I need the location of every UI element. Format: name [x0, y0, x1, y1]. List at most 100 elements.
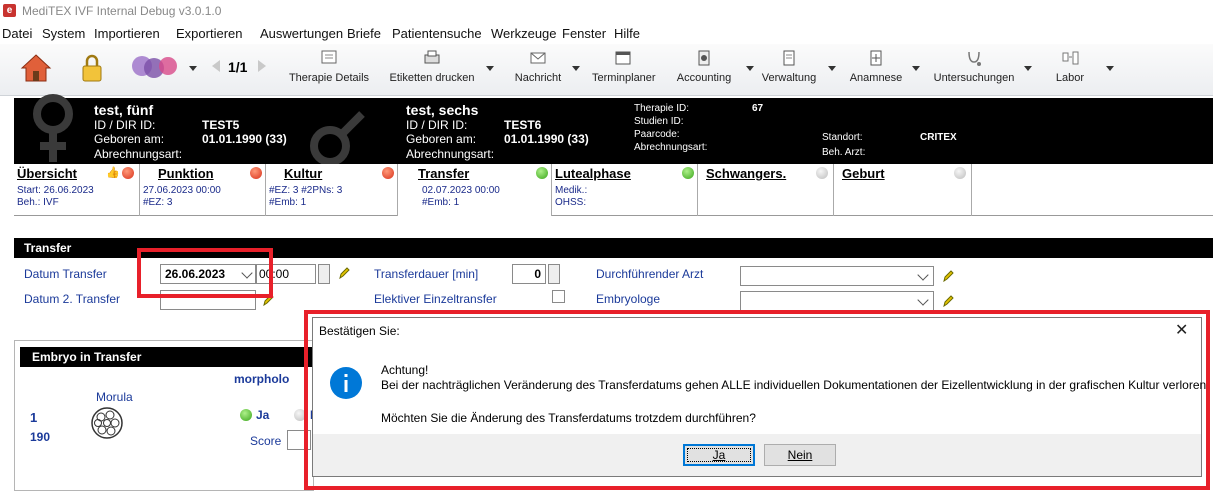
- menu-patientensuche[interactable]: Patientensuche: [392, 26, 482, 41]
- yes-label: Ja: [256, 408, 270, 422]
- pencil-icon[interactable]: [942, 270, 954, 282]
- message-icon: [530, 52, 546, 64]
- home-icon[interactable]: [20, 52, 52, 84]
- accounting-dropdown-arrow[interactable]: [746, 66, 754, 71]
- lab-dropdown-arrow[interactable]: [1106, 66, 1114, 71]
- transfer-date-label: Datum Transfer: [24, 267, 107, 281]
- menu-fenster[interactable]: Fenster: [562, 26, 606, 41]
- anamnesis-label: Anamnese: [849, 72, 903, 84]
- administration-label: Verwaltung: [761, 72, 817, 84]
- tab-geburt[interactable]: Geburt: [834, 164, 972, 216]
- menu-werkzeuge[interactable]: Werkzeuge: [491, 26, 557, 41]
- print-labels-label: Etiketten drucken: [389, 72, 475, 84]
- status-red-icon: [250, 167, 262, 179]
- elective-transfer-checkbox[interactable]: [552, 290, 565, 303]
- scheduler-icon: [615, 51, 631, 65]
- male-born-label: Geboren am:: [406, 132, 477, 146]
- examinations-dropdown-arrow[interactable]: [1024, 66, 1032, 71]
- lock-icon[interactable]: [78, 52, 106, 84]
- yes-radio-icon[interactable]: [240, 409, 252, 421]
- chevron-down-icon[interactable]: [917, 294, 929, 306]
- status-green-icon: [682, 167, 694, 179]
- tab-punktion-title: Punktion: [158, 166, 214, 181]
- pencil-icon[interactable]: [942, 295, 954, 307]
- lab-label: Labor: [1055, 72, 1085, 84]
- female-patient-name[interactable]: test, fünf: [94, 102, 153, 118]
- next-arrow-icon[interactable]: [256, 58, 268, 74]
- elective-transfer-label: Elektiver Einzeltransfer: [374, 292, 497, 306]
- score-label: Score: [250, 434, 282, 448]
- scheduler-button[interactable]: Terminplaner: [592, 48, 656, 92]
- anamnesis-dropdown-arrow[interactable]: [912, 66, 920, 71]
- menu-importieren[interactable]: Importieren: [94, 26, 160, 41]
- embryologist-select[interactable]: [740, 291, 934, 311]
- embryo-section-title: Embryo in Transfer: [32, 350, 142, 364]
- male-patient-name[interactable]: test, sechs: [406, 102, 478, 118]
- administration-button[interactable]: Verwaltung: [758, 48, 820, 92]
- tab-punktion-line1: 27.06.2023 00:00: [143, 185, 221, 196]
- duration-spinner[interactable]: [548, 264, 560, 284]
- examinations-label: Untersuchungen: [933, 72, 1015, 84]
- window-title: MediTEX IVF Internal Debug v3.0.1.0: [22, 4, 222, 18]
- time-spinner[interactable]: [318, 264, 330, 284]
- tab-uebersicht[interactable]: Übersicht 👍 Start: 26.06.2023 Beh.: IVF: [14, 164, 140, 216]
- therapy-id-value: 67: [752, 103, 764, 114]
- tab-kultur[interactable]: Kultur #EZ: 3 #2PNs: 3 #Emb: 1: [266, 164, 398, 216]
- female-born-label: Geboren am:: [94, 132, 165, 146]
- pair-code-label: Paarcode:: [634, 129, 680, 140]
- tab-transfer[interactable]: Transfer 02.07.2023 00:00 #Emb: 1: [398, 164, 552, 216]
- menu-datei[interactable]: Datei: [2, 26, 32, 41]
- male-id-label: ID / DIR ID:: [406, 118, 468, 132]
- chevron-down-icon[interactable]: [917, 269, 929, 281]
- tab-punktion-line2: #EZ: 3: [143, 197, 173, 208]
- examinations-button[interactable]: Untersuchungen: [928, 48, 1020, 92]
- therapy-details-button[interactable]: Therapie Details: [286, 48, 372, 92]
- administration-dropdown-arrow[interactable]: [828, 66, 836, 71]
- menu-system[interactable]: System: [42, 26, 85, 41]
- tab-transfer-title: Transfer: [418, 166, 470, 181]
- menu-hilfe[interactable]: Hilfe: [614, 26, 640, 41]
- male-born-value: 01.01.1990 (33): [504, 132, 589, 146]
- status-red-icon: [122, 167, 134, 179]
- message-dropdown-arrow[interactable]: [572, 66, 580, 71]
- embryo-section-header: Embryo in Transfer: [20, 347, 314, 367]
- lab-icon: [1062, 51, 1079, 65]
- billing-label: Abrechnungsart:: [634, 142, 708, 153]
- message-button[interactable]: Nachricht: [510, 48, 566, 92]
- status-grey-icon: [954, 167, 966, 179]
- transfer-duration-field[interactable]: 0: [512, 264, 546, 284]
- therapy-id-label: Therapie ID:: [634, 103, 690, 114]
- annotation-highlight-date: [137, 248, 273, 298]
- prev-arrow-icon[interactable]: [210, 58, 222, 74]
- transfer-date2-label: Datum 2. Transfer: [24, 292, 121, 306]
- tab-transfer-line1: 02.07.2023 00:00: [422, 185, 500, 196]
- message-label: Nachricht: [514, 72, 562, 84]
- patients-dropdown-arrow[interactable]: [189, 66, 197, 71]
- accounting-button[interactable]: Accounting: [670, 48, 738, 92]
- tab-lutealphase-title: Lutealphase: [555, 166, 631, 181]
- print-labels-icon: [424, 50, 440, 64]
- transfer-duration-label: Transferdauer [min]: [374, 267, 479, 281]
- menu-briefe[interactable]: Briefe: [347, 26, 381, 41]
- patients-icon[interactable]: [128, 52, 180, 84]
- print-labels-dropdown-arrow[interactable]: [486, 66, 494, 71]
- status-grey-icon: [816, 167, 828, 179]
- female-symbol-icon: [33, 94, 73, 162]
- examinations-icon: [968, 51, 981, 66]
- tab-uebersicht-line1: Start: 26.06.2023: [17, 185, 94, 196]
- menu-exportieren[interactable]: Exportieren: [176, 26, 242, 41]
- embryo-number: 1: [30, 410, 38, 425]
- anamnesis-button[interactable]: Anamnese: [848, 48, 904, 92]
- tab-lutealphase[interactable]: Lutealphase Medik.: OHSS:: [552, 164, 698, 216]
- transfer-duration-value: 0: [534, 267, 541, 281]
- performing-doctor-select[interactable]: [740, 266, 934, 286]
- lab-button[interactable]: Labor: [1040, 48, 1100, 92]
- pencil-icon[interactable]: [338, 267, 350, 279]
- female-billing-label: Abrechnungsart:: [94, 147, 183, 161]
- tab-punktion[interactable]: Punktion 27.06.2023 00:00 #EZ: 3: [140, 164, 266, 216]
- print-labels-button[interactable]: Etiketten drucken: [388, 48, 476, 92]
- female-id-label: ID / DIR ID:: [94, 118, 156, 132]
- doctor-label: Beh. Arzt:: [822, 147, 866, 158]
- menu-auswertungen[interactable]: Auswertungen: [260, 26, 343, 41]
- tab-schwangerschaft[interactable]: Schwangers.: [698, 164, 834, 216]
